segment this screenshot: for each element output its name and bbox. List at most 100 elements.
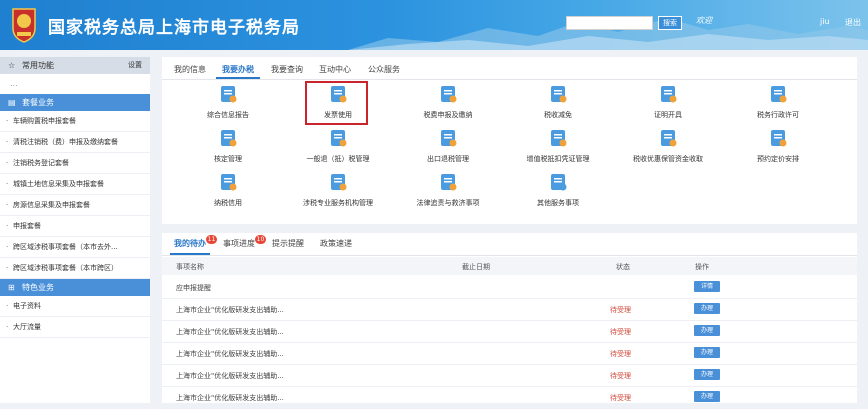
tool-label: 税收减免 [544,111,572,119]
column-header-status: 状态 [616,263,630,271]
tool-report[interactable]: 综合信息报告 [178,84,278,122]
tool-label: 增值税抵扣凭证管理 [526,155,590,163]
sidebar-item[interactable]: 车辆购置税申报套餐 [0,111,150,132]
sidebar-item[interactable]: 电子资料 [0,296,150,317]
sidebar-item[interactable]: 跨区域涉税事项套餐（本市跨区） [0,258,150,279]
sidebar-common-header[interactable]: ☆ 常用功能 设置 [0,57,150,74]
tool-tax-declare[interactable]: 税费申报及缴纳 [398,84,498,122]
tab-progress[interactable]: 事项进度 [223,238,255,249]
search-button[interactable]: 搜索 [658,16,682,30]
task-status: 待受理 [610,328,631,336]
task-status: 待受理 [610,306,631,314]
tab-my-todo[interactable]: 我的待办 [174,238,206,249]
tool-tax-relief[interactable]: 税收减免 [508,84,608,122]
tool-refund[interactable]: 一般退（抵）税管理 [288,128,388,166]
task-name[interactable]: 上海市企业"优化版研发支出辅助... [176,371,284,381]
tool-agency[interactable]: 涉税专业服务机构管理 [288,172,388,210]
tab-reminders[interactable]: 提示提醒 [272,238,304,249]
task-status: 待受理 [610,372,631,380]
tab-policy-label: 政策速递 [320,239,352,248]
sidebar-package-title: 套餐业务 [22,98,54,107]
main-tabs: 我的信息 我要办税 我要查询 互动中心 公众服务 [162,57,857,80]
tool-certificate[interactable]: 证明开具 [618,84,718,122]
sidebar-common-placeholder: ... [10,79,18,88]
tool-label: 其他服务事项 [537,199,579,207]
table-row: 上海市企业"优化版研发支出辅助... 待受理 办理 [162,320,857,343]
active-task-tab-indicator [170,253,210,255]
tool-license[interactable]: 税务行政许可 [728,84,828,122]
table-row: 上海市企业"优化版研发支出辅助... 待受理 办理 [162,298,857,321]
gavel-icon [441,174,457,191]
tab-my-info[interactable]: 我的信息 [174,64,206,75]
pricing-icon [771,130,787,147]
tool-label: 法律追责与救济事项 [416,199,480,207]
task-action-button[interactable]: 详情 [694,281,720,292]
task-name[interactable]: 上海市企业"优化版研发支出辅助... [176,393,284,403]
table-row: 上海市企业"优化版研发支出辅助... 待受理 办理 [162,342,857,365]
search-input[interactable] [566,16,653,30]
task-action-button[interactable]: 办理 [694,347,720,358]
tool-gavel[interactable]: 法律追责与救济事项 [398,172,498,210]
logout-link[interactable]: 退出 [845,17,861,28]
task-status: 待受理 [610,350,631,358]
task-name[interactable]: 上海市企业"优化版研发支出辅助... [176,349,284,359]
tool-label: 纳税信用 [214,199,242,207]
report-icon [221,86,237,103]
tab-policy[interactable]: 政策速递 [320,238,352,249]
grid-icon: ⊞ [8,283,15,292]
tax-emblem-icon [12,8,36,43]
tool-label: 涉税专业服务机构管理 [303,199,373,207]
tax-declare-icon [441,86,457,103]
task-action-button[interactable]: 办理 [694,325,720,336]
task-status: 待受理 [610,394,631,402]
tax-relief-icon [551,86,567,103]
tool-label: 税务行政许可 [757,111,799,119]
tool-label: 核定管理 [214,155,242,163]
tool-label: 税费申报及缴纳 [423,111,473,119]
sidebar-item[interactable]: 城镇土地信息采集及申报套餐 [0,174,150,195]
deposit-icon [661,130,677,147]
tool-export-refund[interactable]: 出口退税管理 [398,128,498,166]
tool-label: 综合信息报告 [207,111,249,119]
tool-label: 一般退（抵）税管理 [306,155,370,163]
column-header-action: 操作 [695,263,709,271]
sidebar-item[interactable]: 跨区域涉税事项套餐（本市去外... [0,237,150,258]
task-name[interactable]: 上海市企业"优化版研发支出辅助... [176,305,284,315]
sidebar-item[interactable]: 注销税务登记套餐 [0,153,150,174]
sidebar-item[interactable]: 清税注销税（费）申报及缴纳套餐 [0,132,150,153]
sidebar-item[interactable]: 申报套餐 [0,216,150,237]
progress-count-badge: 10 [255,235,266,244]
tool-heart[interactable]: 其他服务事项 [508,172,608,210]
tab-query[interactable]: 我要查询 [271,64,303,75]
task-name[interactable]: 应申报提醒 [176,283,211,293]
tool-credit[interactable]: 纳税信用 [178,172,278,210]
tool-pricing[interactable]: 预约定价安排 [728,128,828,166]
table-row: 上海市企业"优化版研发支出辅助... 待受理 办理 [162,386,857,409]
sidebar-package-header[interactable]: ▤ 套餐业务 [0,94,150,111]
tab-interaction[interactable]: 互动中心 [319,64,351,75]
task-action-button[interactable]: 办理 [694,369,720,380]
user-name[interactable]: jiu [820,17,830,26]
tab-progress-label: 事项进度 [223,239,255,248]
agency-icon [331,174,347,191]
task-action-button[interactable]: 办理 [694,303,720,314]
table-header: 事项名称 截止日期 状态 操作 [162,257,857,275]
tool-verify[interactable]: 核定管理 [178,128,278,166]
credit-icon [221,174,237,191]
task-tabs: 我的待办 11 事项进度 10 提示提醒 政策速递 [162,233,857,256]
sidebar-special-header[interactable]: ⊞ 特色业务 [0,279,150,296]
tool-vat-deduct[interactable]: 增值税抵扣凭证管理 [508,128,608,166]
site-title: 国家税务总局上海市电子税务局 [48,18,300,38]
tool-deposit[interactable]: 税收优惠保管资金收取 [618,128,718,166]
task-action-button[interactable]: 办理 [694,391,720,402]
tab-do-tax[interactable]: 我要办税 [222,64,254,75]
task-name[interactable]: 上海市企业"优化版研发支出辅助... [176,327,284,337]
highlight-box [305,81,368,125]
tab-public-service[interactable]: 公众服务 [368,64,400,75]
sidebar-settings-link[interactable]: 设置 [128,57,142,74]
sidebar: ☆ 常用功能 设置 ... ▤ 套餐业务 车辆购置税申报套餐 清税注销税（费）申报及… [0,57,150,403]
tab-reminders-label: 提示提醒 [272,239,304,248]
sidebar-item[interactable]: 房源信息采集及申报套餐 [0,195,150,216]
sidebar-item[interactable]: 大厅流量 [0,317,150,338]
export-refund-icon [441,130,457,147]
